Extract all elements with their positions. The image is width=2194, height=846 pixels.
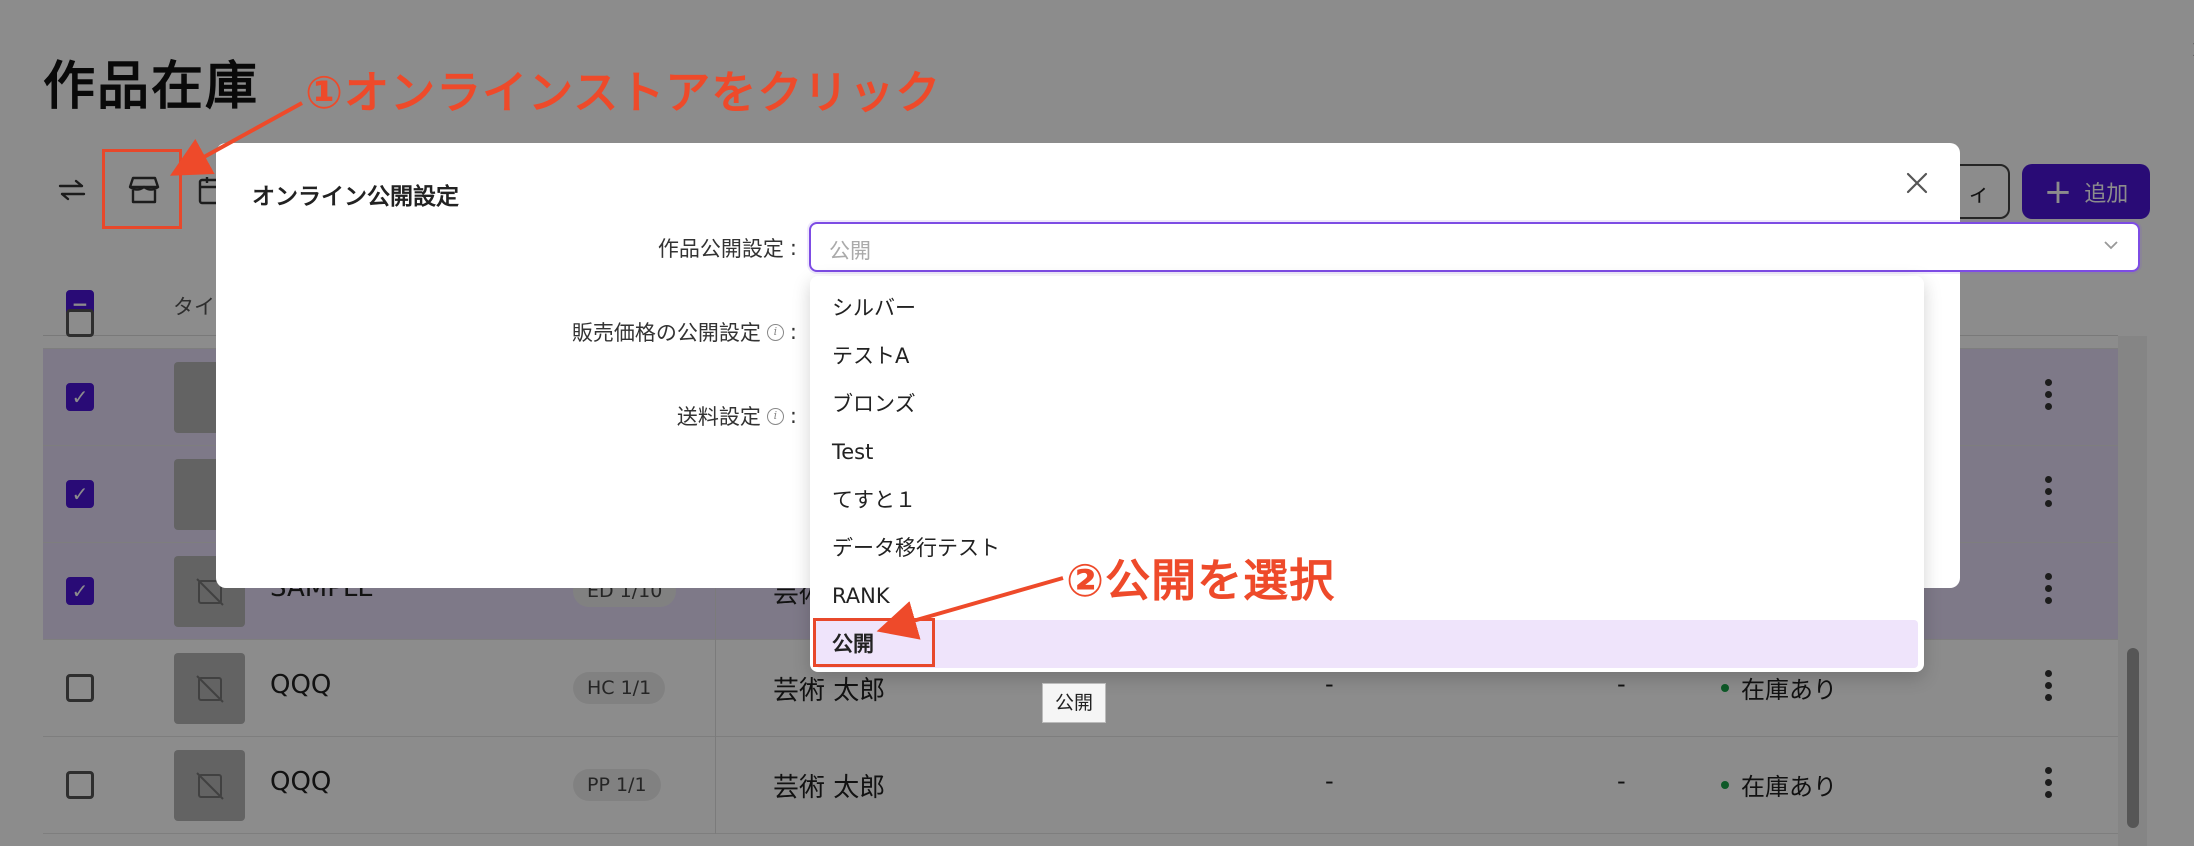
dropdown-option[interactable]: テストA (810, 332, 1924, 380)
label-colon: : (789, 404, 797, 428)
dropdown-option[interactable]: Test (810, 428, 1924, 476)
annotation-highlight-store (102, 149, 182, 229)
label-colon: : (789, 236, 797, 260)
chevron-down-icon (2102, 236, 2120, 258)
publish-setting-dropdown: シルバー テストA ブロンズ Test てすと１ データ移行テスト RANK 公… (810, 276, 1924, 672)
price-publish-text: 販売価格の公開設定 (571, 321, 761, 345)
publish-setting-select[interactable]: 公開 (809, 222, 2140, 272)
info-icon[interactable]: i (766, 323, 784, 341)
price-publish-label: 販売価格の公開設定 i : (572, 317, 797, 347)
annotation-highlight-publish (813, 618, 935, 667)
annotation-step2: ②公開を選択 (1066, 554, 1336, 607)
close-icon[interactable] (1901, 167, 1933, 199)
shipping-setting-text: 送料設定 (676, 405, 761, 429)
select-placeholder: 公開 (829, 239, 871, 263)
annotation-step1: ①オンラインストアをクリック (305, 66, 942, 119)
dropdown-option[interactable]: シルバー (810, 284, 1924, 332)
dropdown-option[interactable]: ブロンズ (810, 380, 1924, 428)
dropdown-option[interactable]: データ移行テスト (810, 524, 1924, 572)
option-tooltip: 公開 (1042, 683, 1107, 723)
label-colon: : (789, 320, 797, 344)
dropdown-option-selected[interactable]: 公開 (816, 620, 1918, 668)
dropdown-option[interactable]: てすと１ (810, 476, 1924, 524)
publish-setting-label: 作品公開設定 : (658, 233, 797, 263)
dropdown-option[interactable]: RANK (810, 572, 1924, 620)
info-icon[interactable]: i (766, 407, 784, 425)
publish-setting-text: 作品公開設定 (657, 237, 784, 261)
modal-title: オンライン公開設定 (252, 184, 459, 210)
shipping-setting-label: 送料設定 i : (677, 401, 797, 431)
